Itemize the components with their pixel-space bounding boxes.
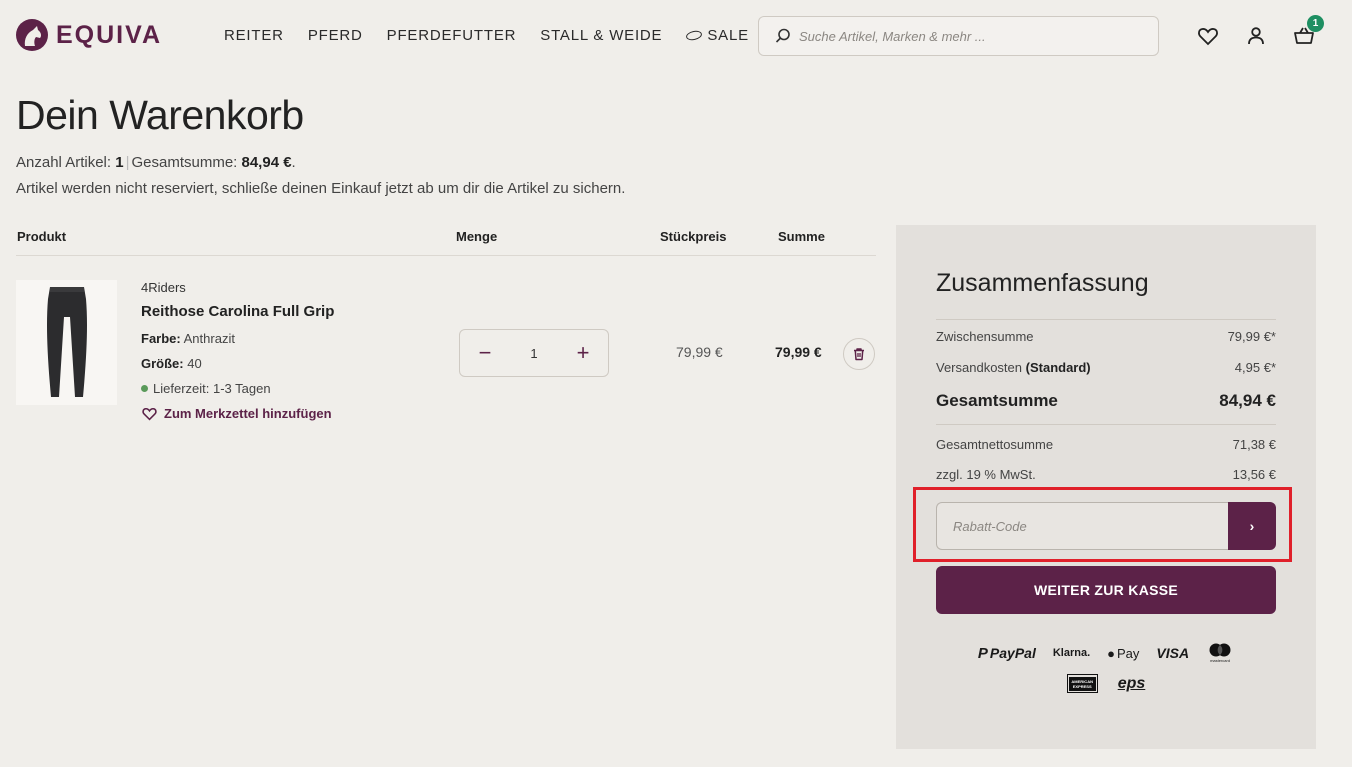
quantity-input[interactable] <box>514 345 554 361</box>
shipping-row: Versandkosten (Standard) 4,95 €* <box>936 360 1276 375</box>
nav-item-sale-label: SALE <box>707 27 749 44</box>
nav-item-pferd[interactable]: PFERD <box>308 27 363 44</box>
nav-item-reiter[interactable]: REITER <box>224 27 284 44</box>
grand-total-value: 84,94 € <box>1219 391 1276 410</box>
increase-quantity-button[interactable]: + <box>574 342 592 364</box>
shipping-label: Versandkosten <box>936 360 1023 375</box>
delivery-time-text: Lieferzeit: 1-3 Tagen <box>153 381 271 396</box>
apple-pay-icon: ● Pay <box>1107 645 1140 661</box>
unit-price: 79,99 € <box>676 344 723 360</box>
add-to-wishlist-label: Zum Merkzettel hinzufügen <box>164 405 332 421</box>
product-color-label: Farbe: <box>141 331 181 346</box>
grand-total-label: Gesamtsumme <box>936 391 1058 410</box>
product-name[interactable]: Reithose Carolina Full Grip <box>141 303 334 320</box>
paypal-icon: P PayPal <box>977 644 1036 662</box>
total-value: 84,94 € <box>241 154 292 171</box>
sale-tag-icon <box>685 29 704 42</box>
page-title: Dein Warenkorb <box>16 92 304 138</box>
add-to-wishlist-link[interactable]: Zum Merkzettel hinzufügen <box>141 405 332 421</box>
subtotal-value: 79,99 €* <box>1227 329 1276 344</box>
paypal-label: PayPal <box>989 645 1036 661</box>
subtotal-label: Zwischensumme <box>936 329 1034 344</box>
cart-summary-line: Anzahl Artikel: 1 | Gesamtsumme: 84,94 €. <box>16 154 296 171</box>
summary-title: Zusammenfassung <box>936 269 1149 297</box>
payment-methods-row-2: AMERICAN EXPRESS eps <box>936 674 1276 693</box>
table-divider <box>16 255 876 256</box>
product-color-value: Anthrazit <box>183 331 235 346</box>
quantity-stepper: − + <box>459 329 609 377</box>
line-total: 79,99 € <box>775 344 822 360</box>
product-brand: 4Riders <box>141 280 186 295</box>
trash-icon <box>854 348 864 361</box>
remove-item-button[interactable] <box>843 338 875 370</box>
grand-total-row: Gesamtsumme 84,94 € <box>936 391 1276 411</box>
delivery-time: Lieferzeit: 1-3 Tagen <box>141 381 271 396</box>
product-color: Farbe: Anthrazit <box>141 331 235 346</box>
column-header-product: Produkt <box>17 229 67 244</box>
heart-icon[interactable] <box>1196 24 1220 48</box>
user-icon[interactable] <box>1244 24 1268 48</box>
nav-item-sale[interactable]: SALE <box>685 27 749 44</box>
decrease-quantity-button[interactable]: − <box>476 342 494 364</box>
cart-count-badge: 1 <box>1307 15 1324 32</box>
logo-text: EQUIVA <box>56 20 162 49</box>
availability-dot-icon <box>141 385 148 392</box>
search-icon <box>775 28 790 43</box>
site-header: EQUIVA REITER PFERD PFERDEFUTTER STALL &… <box>0 0 1352 72</box>
search-bar[interactable] <box>758 16 1159 56</box>
summary-divider <box>936 424 1276 425</box>
reservation-notice: Artikel werden nicht reserviert, schließ… <box>16 180 626 197</box>
nav-item-stall-weide[interactable]: STALL & WEIDE <box>540 27 662 44</box>
klarna-icon: Klarna. <box>1052 647 1091 659</box>
mastercard-icon: mastercard <box>1206 643 1234 663</box>
visa-icon: VISA <box>1156 645 1190 661</box>
net-total-value: 71,38 € <box>1232 437 1276 452</box>
product-size-label: Größe: <box>141 356 184 371</box>
payment-methods: P PayPal Klarna. ● Pay VISA mastercard <box>936 643 1276 663</box>
item-count-label: Anzahl Artikel: <box>16 154 112 171</box>
coupon-code-input[interactable] <box>936 502 1228 550</box>
checkout-button[interactable]: WEITER ZUR KASSE <box>936 566 1276 614</box>
column-header-sum: Summe <box>778 229 825 244</box>
subtotal-row: Zwischensumme 79,99 €* <box>936 329 1276 344</box>
amex-label: AMERICAN EXPRESS <box>1068 676 1096 691</box>
mastercard-label: mastercard <box>1210 658 1231 663</box>
net-total-row: Gesamtnettosumme 71,38 € <box>936 437 1276 452</box>
total-label: Gesamtsumme: <box>131 154 238 171</box>
coupon-form: › <box>936 502 1276 550</box>
amex-icon: AMERICAN EXPRESS <box>1066 674 1098 693</box>
column-header-quantity: Menge <box>456 229 498 244</box>
main-nav: REITER PFERD PFERDEFUTTER STALL & WEIDE … <box>224 27 749 44</box>
horse-logo-icon <box>16 19 48 51</box>
logo[interactable]: EQUIVA <box>16 19 162 51</box>
shipping-method: (Standard) <box>1025 360 1091 375</box>
heart-icon <box>142 407 157 421</box>
shipping-value: 4,95 €* <box>1234 360 1276 375</box>
vat-row: zzgl. 19 % MwSt. 13,56 € <box>936 467 1276 482</box>
product-image[interactable] <box>16 280 117 405</box>
net-total-label: Gesamtnettosumme <box>936 437 1054 452</box>
eps-icon: eps <box>1117 674 1146 692</box>
apply-coupon-button[interactable]: › <box>1228 502 1276 550</box>
product-size-value: 40 <box>187 356 202 371</box>
column-header-unit-price: Stückpreis <box>660 229 727 244</box>
summary-divider <box>936 319 1276 320</box>
chevron-right-icon: › <box>1249 518 1255 534</box>
product-size: Größe: 40 <box>141 356 202 371</box>
item-count-value: 1 <box>115 154 124 171</box>
search-input[interactable] <box>799 28 1139 44</box>
vat-label: zzgl. 19 % MwSt. <box>936 467 1036 482</box>
apple-pay-label: Pay <box>1117 645 1140 661</box>
vat-value: 13,56 € <box>1232 467 1276 482</box>
order-summary-panel: Zusammenfassung Zwischensumme 79,99 €* V… <box>896 225 1316 749</box>
nav-item-pferdefutter[interactable]: PFERDEFUTTER <box>387 27 517 44</box>
